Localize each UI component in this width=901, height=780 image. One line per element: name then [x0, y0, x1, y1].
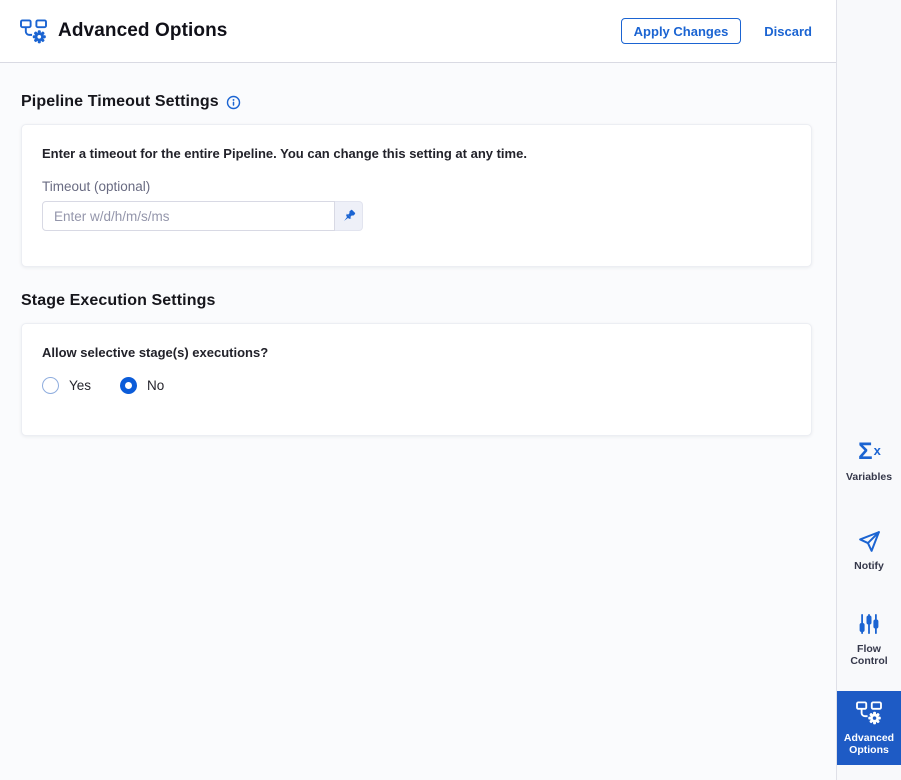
- sidebar-item-advanced-options[interactable]: Advanced Options: [837, 691, 901, 765]
- pushpin-icon: [341, 209, 356, 224]
- page-title: Advanced Options: [58, 20, 228, 41]
- panel-header: Advanced Options Apply Changes Discard: [0, 0, 836, 63]
- pipeline-timeout-heading: Pipeline Timeout Settings: [21, 93, 812, 111]
- sidebar-item-variables[interactable]: Σx Variables: [837, 424, 901, 498]
- stage-execution-card: Allow selective stage(s) executions? Yes…: [21, 323, 812, 436]
- selective-execution-radio-group: Yes No: [42, 377, 791, 396]
- radio-circle-no[interactable]: [120, 377, 138, 394]
- radio-label-yes: Yes: [69, 378, 92, 393]
- timeout-field-label: Timeout (optional): [42, 179, 151, 194]
- selective-execution-question: Allow selective stage(s) executions?: [42, 345, 269, 360]
- sidebar-item-flow-control[interactable]: Flow Control: [837, 602, 901, 676]
- stage-execution-heading: Stage Execution Settings: [21, 292, 812, 310]
- pipeline-gear-icon: [20, 18, 47, 44]
- sliders-icon: [858, 611, 880, 637]
- info-icon[interactable]: [226, 95, 241, 110]
- radio-circle-yes[interactable]: [42, 377, 59, 394]
- sidebar-item-label: Notify: [854, 560, 884, 572]
- sigma-x-icon: Σx: [858, 438, 881, 465]
- paper-plane-icon: [857, 528, 882, 554]
- sidebar-item-label: Advanced Options: [843, 732, 895, 756]
- sidebar-item-label: Variables: [845, 471, 893, 483]
- apply-changes-button[interactable]: Apply Changes: [620, 18, 742, 44]
- radio-option-yes[interactable]: Yes: [42, 377, 91, 394]
- radio-option-no[interactable]: No: [120, 377, 164, 394]
- pipeline-timeout-card: Enter a timeout for the entire Pipeline.…: [21, 124, 812, 267]
- stage-execution-heading-text: Stage Execution Settings: [21, 292, 216, 309]
- advanced-options-panel: Advanced Options Apply Changes Discard P…: [0, 0, 836, 780]
- sidebar-item-label: Flow Control: [850, 643, 888, 667]
- radio-label-no: No: [147, 378, 165, 393]
- pin-input-type-button[interactable]: [335, 201, 363, 231]
- panel-content: Pipeline Timeout Settings Enter a timeou…: [0, 63, 836, 461]
- sidebar-item-notify[interactable]: Notify: [837, 513, 901, 587]
- discard-link[interactable]: Discard: [764, 24, 812, 39]
- pipeline-gear-icon: [856, 700, 882, 726]
- timeout-input-row: [42, 201, 791, 231]
- right-sidebar: Σx Variables Notify Flow Control Advance…: [836, 0, 901, 780]
- timeout-input[interactable]: [42, 201, 335, 231]
- header-actions: Apply Changes Discard: [620, 18, 812, 44]
- pipeline-timeout-heading-text: Pipeline Timeout Settings: [21, 93, 219, 110]
- timeout-description: Enter a timeout for the entire Pipeline.…: [42, 146, 527, 161]
